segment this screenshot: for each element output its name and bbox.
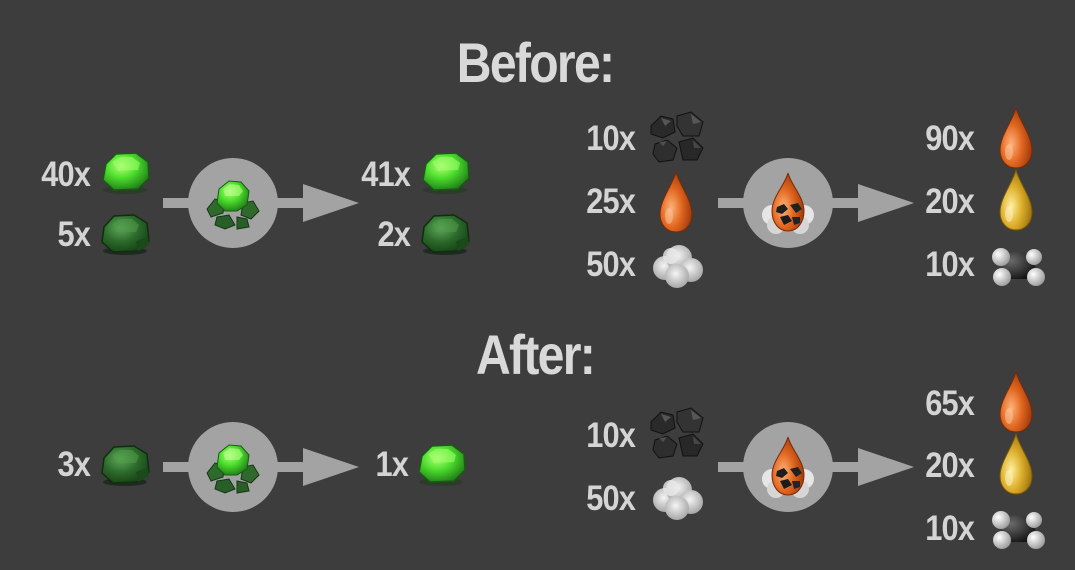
after-coal-output-amount-2: 20x <box>925 446 975 485</box>
after-coal-output-amount-3: 10x <box>925 509 975 548</box>
after-heading: After: <box>475 323 596 386</box>
heavy-oil-icon <box>656 170 696 234</box>
heavy-oil-icon <box>996 370 1036 434</box>
uranium-235-icon <box>418 150 472 194</box>
uranium-238-icon <box>98 211 152 255</box>
uranium-235-icon <box>414 442 468 486</box>
heavy-oil-icon <box>996 106 1036 170</box>
coal-liquefaction-icon <box>718 421 914 513</box>
light-oil-icon <box>996 432 1036 496</box>
light-oil-icon <box>996 168 1036 232</box>
coal-liquefaction-icon <box>718 157 914 249</box>
after-coal-input-amount-1: 10x <box>586 416 636 455</box>
uranium-238-icon <box>98 442 152 486</box>
coal-icon <box>647 110 707 164</box>
after-uranium-output-amount-1: 1x <box>375 445 408 484</box>
before-coal-input-amount-2: 25x <box>586 182 636 221</box>
before-coal-input-amount-1: 10x <box>586 119 636 158</box>
before-uranium-input-amount-2: 5x <box>57 215 90 254</box>
steam-icon <box>649 242 705 290</box>
before-coal-output-amount-2: 20x <box>925 182 975 221</box>
uranium-processing-icon <box>163 157 359 249</box>
before-uranium-output-amount-2: 2x <box>377 215 410 254</box>
petroleum-gas-icon <box>988 508 1048 552</box>
before-coal-input-amount-3: 50x <box>586 245 636 284</box>
steam-icon <box>649 474 705 522</box>
after-coal-input-amount-2: 50x <box>586 479 636 518</box>
petroleum-gas-icon <box>988 245 1048 289</box>
uranium-238-icon <box>418 211 472 255</box>
before-heading: Before: <box>456 31 615 94</box>
after-uranium-input-amount-1: 3x <box>57 445 90 484</box>
before-coal-output-amount-3: 10x <box>925 245 975 284</box>
uranium-processing-icon <box>163 421 359 513</box>
before-uranium-input-amount-1: 40x <box>41 155 91 194</box>
before-uranium-output-amount-1: 41x <box>361 155 411 194</box>
coal-icon <box>647 406 707 460</box>
uranium-235-icon <box>98 150 152 194</box>
before-coal-output-amount-1: 90x <box>925 119 975 158</box>
after-coal-output-amount-1: 65x <box>925 384 975 423</box>
